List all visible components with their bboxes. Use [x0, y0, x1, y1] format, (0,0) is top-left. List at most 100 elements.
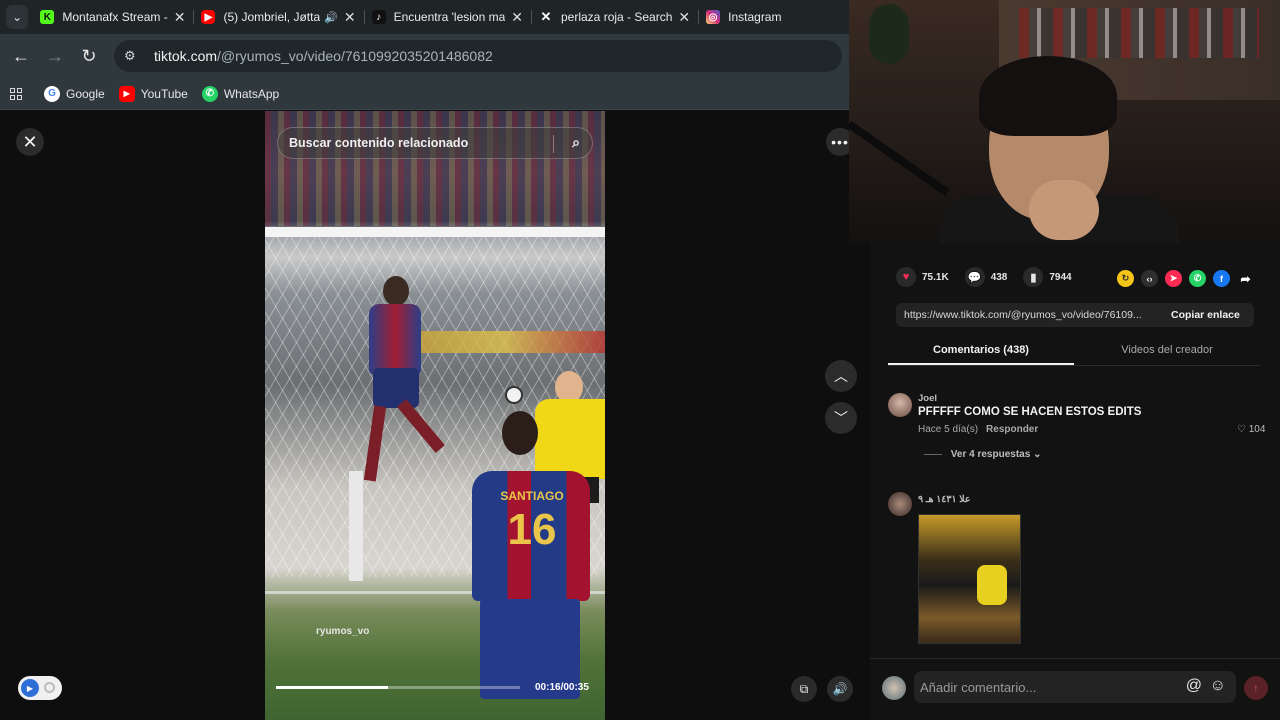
- arrow-up-icon: ↑: [1253, 681, 1259, 695]
- video-progress-fill: [276, 686, 389, 689]
- browser-tab[interactable]: ✕ perlaza roja - Search ✕: [531, 0, 698, 34]
- bookmark-youtube[interactable]: ▶ YouTube: [118, 85, 188, 102]
- address-toolbar: ← → ↻ ⚙ tiktok.com/@ryumos_vo/video/7610…: [0, 34, 849, 78]
- bookmarks-bar: G Google ▶ YouTube ✆ WhatsApp: [0, 78, 849, 110]
- url-path: /@ryumos_vo/video/7610992035201486082: [217, 48, 493, 64]
- save-count: 7944: [1049, 271, 1072, 283]
- volume-button[interactable]: 🔊: [827, 676, 853, 702]
- kick-icon: K: [40, 10, 55, 24]
- youtube-icon: ▶: [201, 10, 216, 24]
- power-icon: [44, 682, 55, 693]
- video-time: 00:16/00:35: [535, 682, 589, 693]
- play-icon: ▶: [21, 679, 39, 697]
- comment-item: Joel PFFFFF COMO SE HACEN ESTOS EDITS Ha…: [888, 393, 1268, 473]
- speaker-icon[interactable]: 🔊: [324, 11, 338, 24]
- share-link-box: https://www.tiktok.com/@ryumos_vo/video/…: [896, 303, 1254, 327]
- chevron-down-icon: ⌄: [1033, 449, 1042, 460]
- instagram-icon: ◎: [706, 10, 721, 24]
- previous-video-button[interactable]: ︿: [825, 360, 857, 392]
- close-icon[interactable]: ✕: [174, 9, 186, 26]
- browser-tab-active[interactable]: ◎ Instagram: [698, 0, 849, 34]
- chevron-down-icon: ⌄: [12, 10, 23, 24]
- reply-button[interactable]: Responder: [986, 424, 1038, 435]
- like-button[interactable]: ♥ 75.1K: [896, 267, 949, 287]
- whatsapp-icon: ✆: [201, 85, 218, 102]
- video-frame-player-16: SANTIAGO 16: [460, 411, 600, 720]
- embed-icon[interactable]: ‹›: [1141, 270, 1158, 287]
- tab-creator-videos[interactable]: Videos del creador: [1074, 336, 1260, 365]
- comment-meta: Hace 5 día(s) Responder: [918, 424, 1038, 435]
- comment-composer: Añadir comentario... @ ☺ ↑: [870, 658, 1280, 720]
- like-count: 75.1K: [922, 271, 949, 283]
- save-button[interactable]: ▮ 7944: [1023, 267, 1072, 287]
- comment-input[interactable]: Añadir comentario... @ ☺: [914, 671, 1236, 703]
- browser-tab-strip: ⌄ K Montanafx Stream - ✕ ▶ (5) Jombriel,…: [0, 0, 849, 34]
- close-icon[interactable]: ✕: [344, 9, 356, 26]
- send-comment-button[interactable]: ↑: [1244, 676, 1268, 700]
- whatsapp-icon[interactable]: ✆: [1189, 270, 1206, 287]
- close-icon[interactable]: ✕: [511, 9, 523, 26]
- comment-count: 438: [990, 271, 1008, 283]
- copy-link-button[interactable]: Copiar enlace: [1171, 309, 1240, 321]
- google-icon: G: [44, 85, 60, 102]
- view-replies-label: Ver 4 respuestas: [950, 449, 1031, 460]
- engagement-stats: ♥ 75.1K 💬 438 ▮ 7944: [896, 267, 1088, 287]
- browser-tab[interactable]: ▶ (5) Jombriel, Jøtta 🔊 ✕: [193, 0, 363, 34]
- url-bar[interactable]: ⚙ tiktok.com/@ryumos_vo/video/7610992035…: [114, 40, 842, 72]
- close-icon[interactable]: ✕: [678, 9, 690, 26]
- search-icon[interactable]: ⌕: [572, 134, 580, 151]
- share-link-url: https://www.tiktok.com/@ryumos_vo/video/…: [904, 309, 1142, 321]
- tab-title: Instagram: [728, 10, 782, 24]
- bookmark-icon: ▮: [1023, 267, 1044, 287]
- comment-button[interactable]: 💬 438: [964, 267, 1008, 287]
- avatar[interactable]: [888, 393, 912, 417]
- comment-username[interactable]: Joel: [918, 393, 937, 404]
- send-icon[interactable]: ➤: [1165, 270, 1182, 287]
- divider: [553, 135, 554, 153]
- panel-tabs: Comentarios (438) Videos del creador: [888, 336, 1260, 366]
- view-replies-button[interactable]: Ver 4 respuestas ⌄: [924, 449, 1042, 460]
- tiktok-icon: ♪: [371, 10, 386, 24]
- youtube-icon: ▶: [118, 85, 135, 102]
- picture-in-picture-button[interactable]: ⧉: [791, 676, 817, 702]
- back-arrow-icon[interactable]: ←: [4, 46, 38, 67]
- comment-time: Hace 5 día(s): [918, 424, 979, 435]
- video-progress-bar[interactable]: [276, 686, 520, 689]
- jersey-name: SANTIAGO: [500, 489, 564, 503]
- more-icon: •••: [831, 134, 849, 150]
- browser-tab[interactable]: K Montanafx Stream - ✕: [32, 0, 193, 34]
- bookmark-label: Google: [66, 86, 105, 101]
- avatar[interactable]: [888, 492, 912, 516]
- bookmark-google[interactable]: G Google: [44, 85, 105, 102]
- mention-icon[interactable]: @: [1186, 677, 1202, 695]
- comment-image[interactable]: [918, 514, 1021, 644]
- tab-search-button[interactable]: ⌄: [6, 5, 29, 29]
- apps-grid-icon[interactable]: [10, 87, 22, 100]
- comment-like-count: 104: [1248, 424, 1266, 435]
- emoji-icon[interactable]: ☺: [1210, 677, 1226, 695]
- repost-icon[interactable]: ↻: [1117, 270, 1134, 287]
- facebook-icon[interactable]: f: [1213, 270, 1230, 287]
- chevron-down-icon: ﹀: [834, 410, 848, 426]
- tab-comments[interactable]: Comentarios (438): [888, 336, 1074, 365]
- bookmark-whatsapp[interactable]: ✆ WhatsApp: [201, 85, 280, 102]
- comment-like-button[interactable]: ♡ 104: [1237, 424, 1265, 435]
- related-search-input[interactable]: Buscar contenido relacionado ⌕: [277, 127, 593, 159]
- comment-input-placeholder: Añadir comentario...: [920, 679, 1037, 695]
- bookmark-label: YouTube: [140, 86, 188, 101]
- video-frame-post: [349, 471, 363, 581]
- forward-arrow-icon[interactable]: →: [38, 46, 72, 67]
- screen: ⌄ K Montanafx Stream - ✕ ▶ (5) Jombriel,…: [0, 0, 1280, 720]
- site-settings-icon[interactable]: ⚙: [124, 48, 146, 64]
- autoscroll-toggle[interactable]: ▶: [18, 676, 62, 700]
- video-frame-player-header: [363, 276, 445, 506]
- reload-icon[interactable]: ↻: [72, 46, 106, 67]
- comment-username[interactable]: علا ١٤٣١ هـ ٩: [918, 494, 971, 505]
- next-video-button[interactable]: ﹀: [825, 402, 857, 434]
- chevron-up-icon: ︿: [834, 368, 848, 384]
- browser-tab[interactable]: ♪ Encuentra 'lesion ma ✕: [363, 0, 531, 34]
- heart-icon: ♥: [896, 267, 916, 287]
- close-video-button[interactable]: ✕: [16, 128, 44, 156]
- share-arrow-icon[interactable]: ➦: [1237, 270, 1254, 287]
- bookmark-label: WhatsApp: [223, 86, 280, 101]
